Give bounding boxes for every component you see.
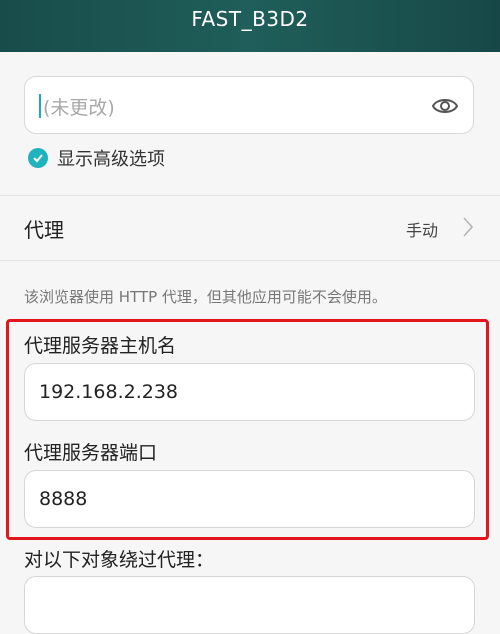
proxy-host-value: 192.168.2.238 xyxy=(39,381,179,403)
check-icon xyxy=(33,154,43,163)
title-bar: FAST_B3D2 xyxy=(0,0,500,52)
eye-icon[interactable] xyxy=(431,94,459,118)
divider xyxy=(0,260,500,261)
proxy-mode-value: 手动 xyxy=(405,221,438,240)
proxy-port-value: 8888 xyxy=(39,488,88,510)
proxy-port-label: 代理服务器端口 xyxy=(24,442,158,464)
bypass-label: 对以下对象绕过代理： xyxy=(24,549,215,571)
proxy-label: 代理 xyxy=(24,218,64,242)
advanced-options-label: 显示高级选项 xyxy=(57,149,165,170)
password-placeholder: (未更改) xyxy=(43,97,115,119)
proxy-host-label: 代理服务器主机名 xyxy=(24,335,177,357)
password-field[interactable]: (未更改) xyxy=(24,76,474,134)
proxy-setting-row[interactable]: 代理 手动 xyxy=(0,196,500,260)
network-name-title: FAST_B3D2 xyxy=(191,7,309,31)
checkbox-checked[interactable] xyxy=(28,148,48,168)
proxy-port-input[interactable]: 8888 xyxy=(24,470,475,528)
show-advanced-options[interactable]: 显示高级选项 xyxy=(28,146,165,170)
chevron-right-icon xyxy=(463,217,474,237)
text-cursor xyxy=(39,94,41,118)
proxy-note: 该浏览器使用 HTTP 代理，但其他应用可能不会使用。 xyxy=(24,288,387,306)
bypass-input[interactable] xyxy=(24,576,475,634)
proxy-host-input[interactable]: 192.168.2.238 xyxy=(24,363,475,421)
